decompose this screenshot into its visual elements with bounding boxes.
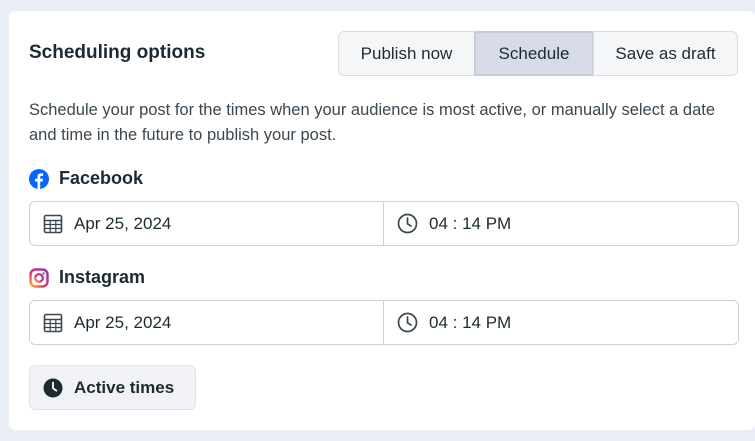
facebook-time-value: 04 : 14 PM xyxy=(429,213,512,233)
calendar-icon xyxy=(43,214,63,233)
instagram-date-value: Apr 25, 2024 xyxy=(74,312,172,332)
clock-icon xyxy=(397,312,418,333)
save-as-draft-button[interactable]: Save as draft xyxy=(593,31,738,76)
facebook-datetime-row: Apr 25, 2024 04 : 14 PM xyxy=(29,201,739,246)
facebook-platform-label: Facebook xyxy=(29,168,143,189)
publish-now-button[interactable]: Publish now xyxy=(338,31,475,76)
facebook-time-picker[interactable]: 04 : 14 PM xyxy=(384,202,738,245)
instagram-time-picker[interactable]: 04 : 14 PM xyxy=(384,301,738,344)
active-times-button[interactable]: Active times xyxy=(29,365,196,410)
schedule-description: Schedule your post for the times when yo… xyxy=(29,101,716,144)
instagram-time-value: 04 : 14 PM xyxy=(429,312,512,332)
instagram-icon xyxy=(29,267,49,288)
instagram-datetime-row: Apr 25, 2024 04 : 14 PM xyxy=(29,300,739,345)
instagram-label: Instagram xyxy=(59,267,146,287)
clock-icon xyxy=(397,213,418,234)
clock-filled-icon xyxy=(43,378,63,397)
calendar-icon xyxy=(43,313,63,332)
publish-mode-segmented-control: Publish now Schedule Save as draft xyxy=(338,31,738,76)
facebook-icon xyxy=(29,168,49,189)
facebook-date-picker[interactable]: Apr 25, 2024 xyxy=(30,202,384,245)
section-title: Scheduling options xyxy=(29,42,206,63)
instagram-platform-label: Instagram xyxy=(29,267,145,288)
schedule-button[interactable]: Schedule xyxy=(474,31,594,76)
instagram-date-picker[interactable]: Apr 25, 2024 xyxy=(30,301,384,344)
active-times-label: Active times xyxy=(74,377,175,397)
facebook-label: Facebook xyxy=(59,168,144,188)
scheduling-options-card: Scheduling options Publish now Schedule … xyxy=(9,11,755,430)
facebook-date-value: Apr 25, 2024 xyxy=(74,213,172,233)
